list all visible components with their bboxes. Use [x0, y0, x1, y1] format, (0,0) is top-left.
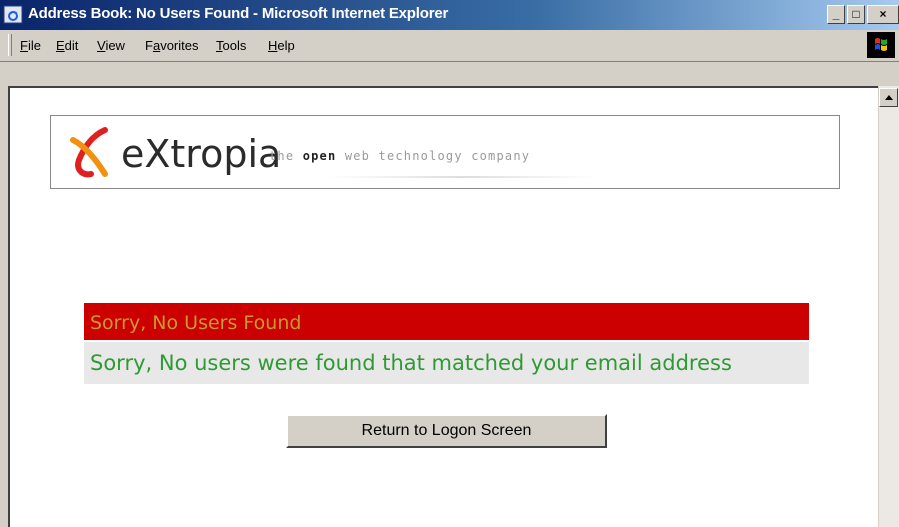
logo-underline: [329, 176, 595, 178]
vertical-scrollbar[interactable]: [878, 86, 899, 527]
toolbar-area: [0, 62, 899, 86]
close-button[interactable]: ×: [867, 5, 899, 24]
windows-logo-icon: [867, 32, 895, 58]
menu-edit[interactable]: Edit: [56, 38, 78, 53]
return-to-logon-button[interactable]: Return to Logon Screen: [286, 414, 607, 448]
error-message-row: Sorry, No users were found that matched …: [84, 342, 809, 384]
menu-bar: File Edit View Favorites Tools Help: [0, 30, 899, 62]
menu-tools[interactable]: Tools: [216, 38, 246, 53]
error-message-text: Sorry, No users were found that matched …: [90, 351, 732, 375]
window-title: Address Book: No Users Found - Microsoft…: [28, 5, 449, 22]
menu-view[interactable]: View: [97, 38, 125, 53]
internet-explorer-icon: [3, 5, 23, 24]
title-bar: Address Book: No Users Found - Microsoft…: [0, 0, 899, 30]
extropia-logo-banner: eXtropia the open web technology company: [50, 115, 840, 189]
menu-grip[interactable]: [8, 34, 12, 56]
logo-brand-text: eXtropia: [121, 132, 282, 176]
menu-favorites[interactable]: Favorites: [145, 38, 198, 53]
error-header-text: Sorry, No Users Found: [90, 312, 302, 334]
scroll-up-button[interactable]: [879, 88, 898, 107]
extropia-x-logo-icon: [70, 127, 108, 178]
error-header: Sorry, No Users Found: [84, 303, 809, 340]
maximize-button[interactable]: □: [847, 5, 865, 24]
logo-tagline: the open web technology company: [269, 149, 531, 163]
menu-file[interactable]: File: [20, 38, 41, 53]
minimize-button[interactable]: _: [827, 5, 845, 24]
menu-help[interactable]: Help: [268, 38, 295, 53]
